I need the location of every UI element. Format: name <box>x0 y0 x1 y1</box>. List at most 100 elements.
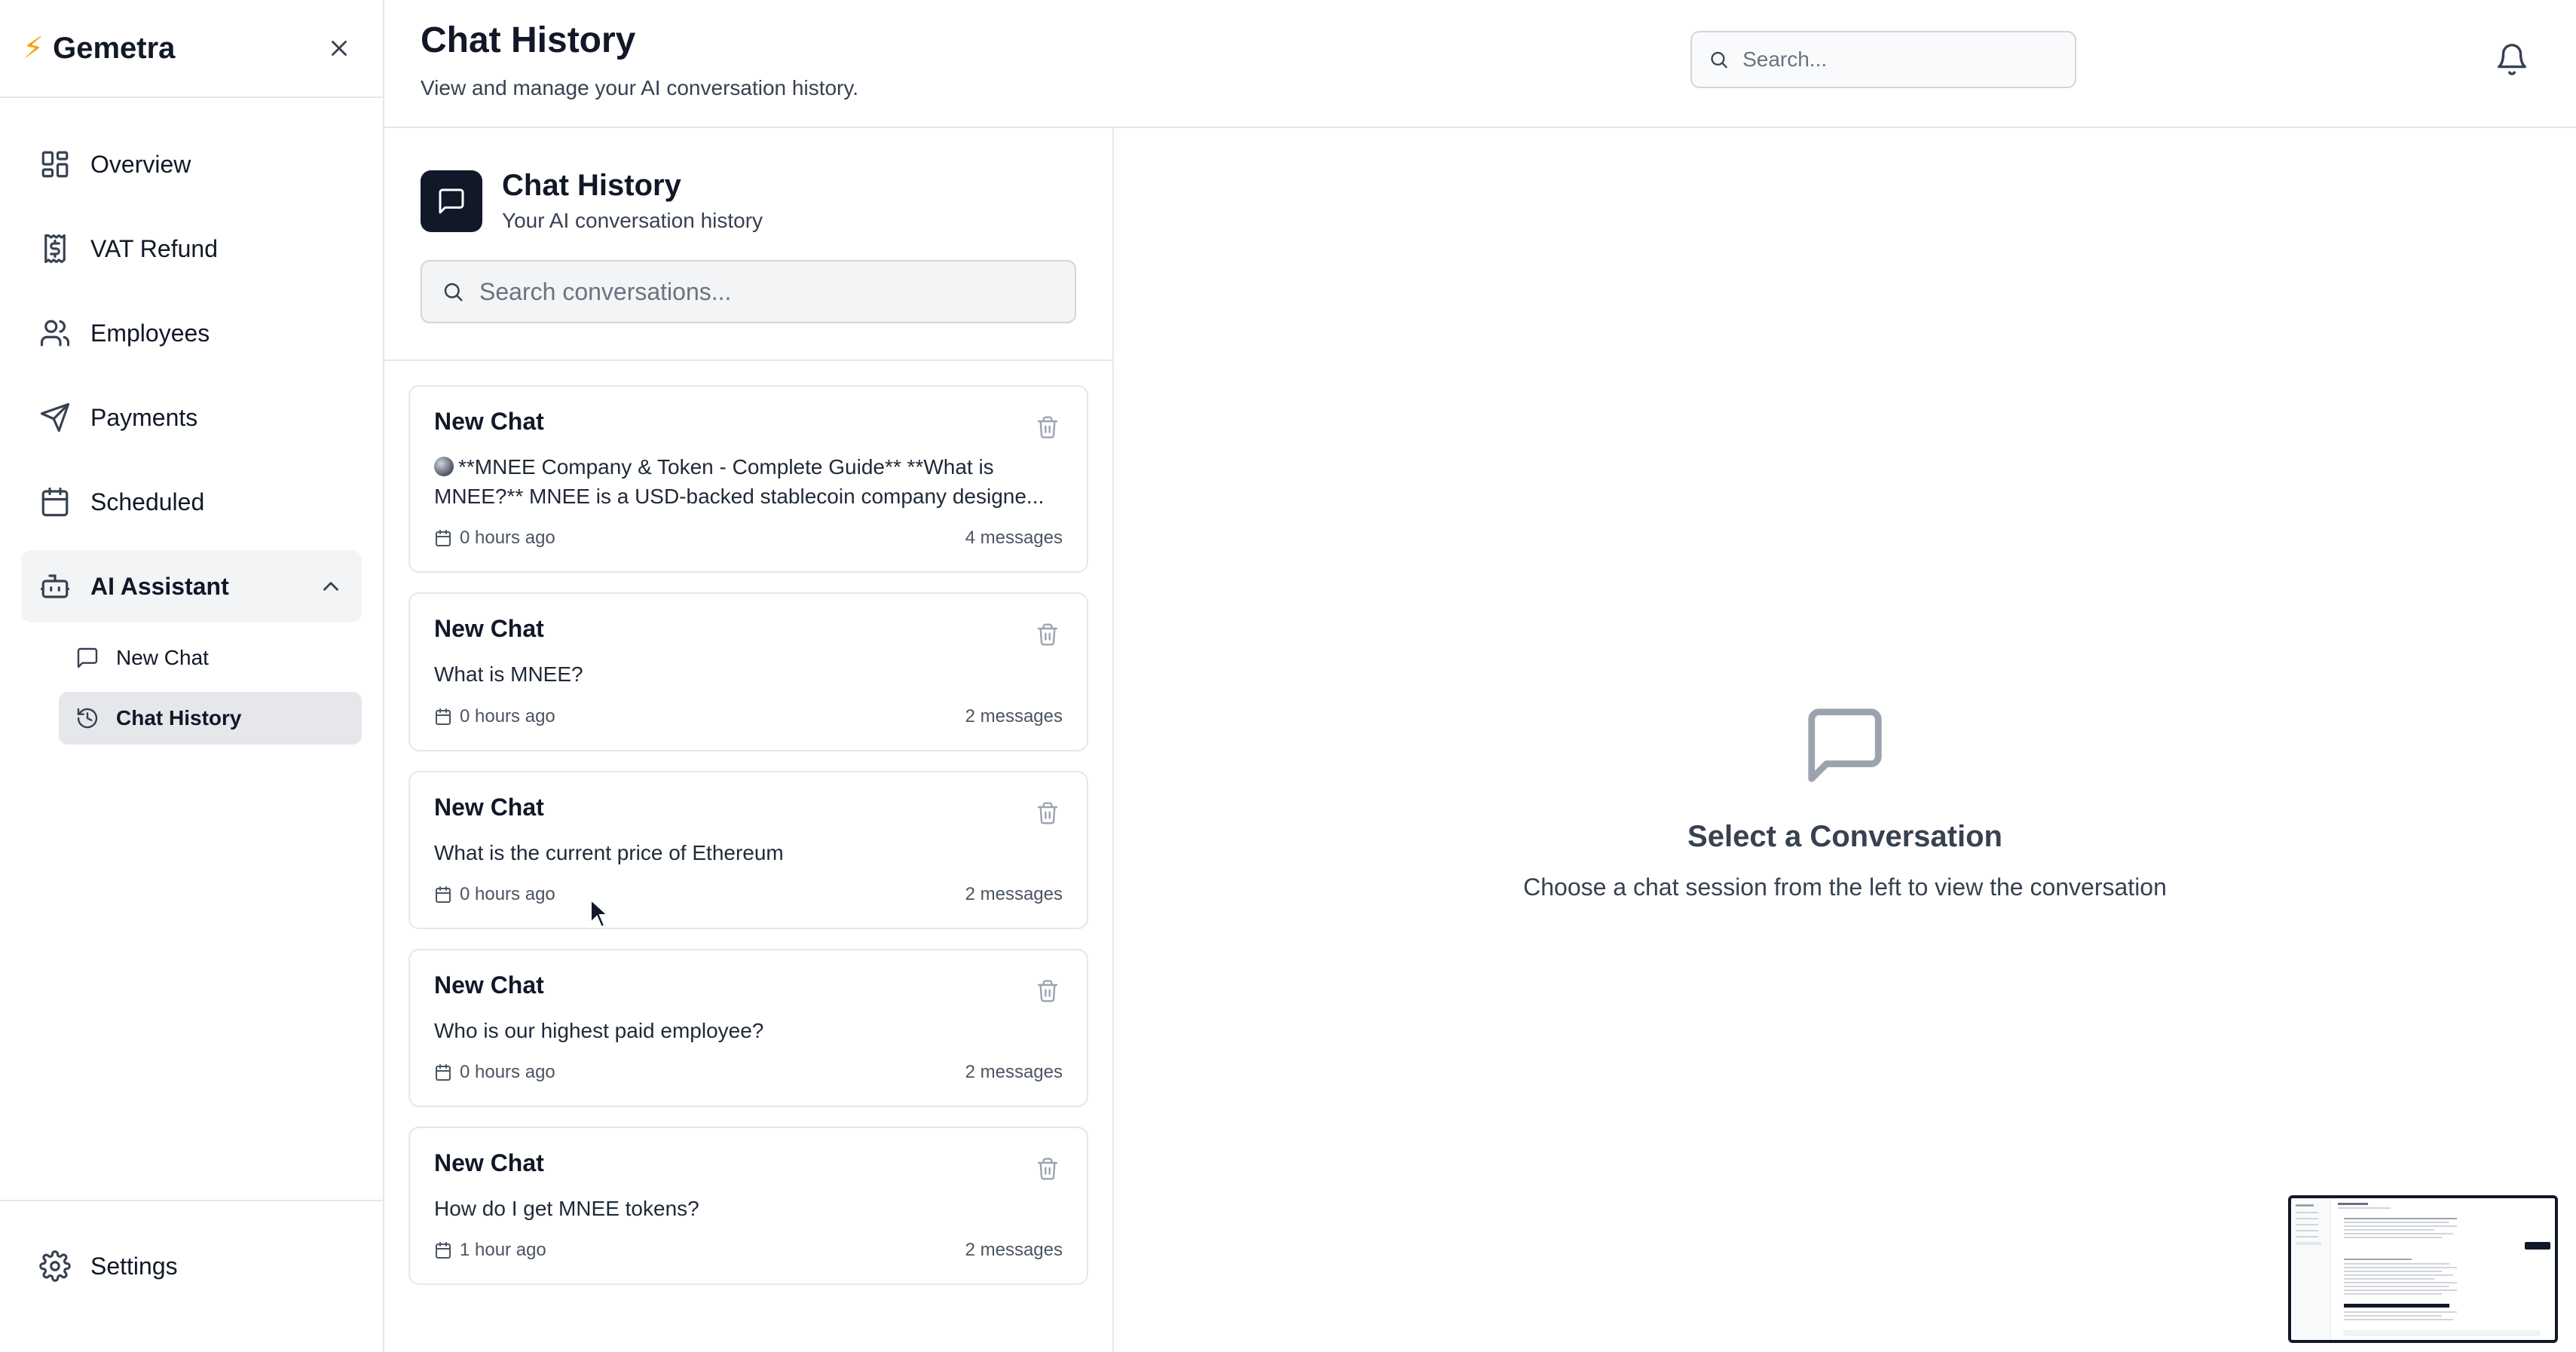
trash-icon[interactable] <box>1036 1157 1060 1181</box>
conversation-search[interactable] <box>421 260 1076 323</box>
trash-icon[interactable] <box>1036 415 1060 439</box>
sidebar-item-scheduled[interactable]: Scheduled <box>21 466 362 538</box>
chat-session-list: New Chat **MNEE Company & Token - Comple… <box>384 361 1112 1286</box>
sidebar-item-employees[interactable]: Employees <box>21 297 362 369</box>
chat-session-title: New Chat <box>434 408 544 435</box>
message-square-icon <box>1808 708 1882 782</box>
chat-session-count: 4 messages <box>965 528 1063 549</box>
bell-icon[interactable] <box>2495 42 2529 77</box>
chat-session-card[interactable]: New Chat **MNEE Company & Token - Comple… <box>408 385 1088 574</box>
bolt-icon: ⚡ <box>23 32 44 65</box>
chat-session-time: 0 hours ago <box>460 705 555 726</box>
page-title: Chat History <box>421 20 636 60</box>
sidebar-item-payments[interactable]: Payments <box>21 381 362 454</box>
message-square-icon <box>439 188 464 213</box>
brand-name: Gemetra <box>53 31 176 65</box>
sidebar-header: ⚡ Gemetra <box>0 0 383 98</box>
chat-session-time: 1 hour ago <box>460 1240 546 1261</box>
trash-icon[interactable] <box>1036 801 1060 825</box>
app-root: ⚡ Gemetra Overview VAT Refund Employees <box>0 0 2576 1352</box>
users-icon <box>40 320 70 347</box>
chat-session-count: 2 messages <box>965 705 1063 726</box>
calendar-icon <box>41 487 69 517</box>
chat-history-panel: Chat History Your AI conversation histor… <box>384 128 1114 1352</box>
chat-session-preview: What is the current price of Ethereum <box>434 840 784 864</box>
sidebar: ⚡ Gemetra Overview VAT Refund Employees <box>0 0 384 1352</box>
brand[interactable]: ⚡ Gemetra <box>23 32 318 66</box>
preview-image <box>2291 1198 2550 1340</box>
chat-session-title: New Chat <box>434 615 544 643</box>
gear-icon <box>39 1250 71 1282</box>
chat-session-count: 2 messages <box>965 1240 1063 1261</box>
sidebar-item-label: Payments <box>90 403 198 431</box>
chat-session-preview: Who is our highest paid employee? <box>434 1018 764 1042</box>
trash-icon[interactable] <box>1036 622 1060 647</box>
trash-icon[interactable] <box>1036 979 1060 1003</box>
sidebar-item-vat-refund[interactable]: VAT Refund <box>21 213 362 285</box>
receipt-dollar-icon <box>44 234 66 264</box>
chat-history-header: Chat History Your AI conversation histor… <box>384 128 1112 361</box>
chat-session-card[interactable]: New Chat How do I get MNEE tokens? 1 hou… <box>408 1126 1088 1286</box>
sidebar-item-label: Settings <box>90 1252 178 1280</box>
chat-history-subtitle: Your AI conversation history <box>502 209 763 232</box>
search-icon <box>444 283 463 301</box>
sidebar-item-label: VAT Refund <box>90 234 218 262</box>
sidebar-item-label: Employees <box>90 319 210 347</box>
global-search[interactable] <box>1690 31 2076 88</box>
chat-session-card[interactable]: New Chat What is MNEE? 0 hours ago 2 mes… <box>408 592 1088 751</box>
empty-state: Select a Conversation Choose a chat sess… <box>1114 701 2576 901</box>
close-sidebar-button[interactable] <box>318 27 360 69</box>
sidebar-footer: Settings <box>0 1200 383 1329</box>
chat-session-card[interactable]: New Chat What is the current price of Et… <box>408 770 1088 929</box>
sidebar-item-label: Overview <box>90 150 191 178</box>
mouse-cursor-icon <box>590 898 609 928</box>
chat-session-preview: What is MNEE? <box>434 662 583 687</box>
chat-session-time: 0 hours ago <box>460 528 555 549</box>
globe-icon <box>434 457 454 476</box>
page-subtitle: View and manage your AI conversation his… <box>421 76 859 99</box>
sidebar-nav: Overview VAT Refund Employees Payments S… <box>0 98 383 745</box>
chevron-up-icon <box>323 582 338 591</box>
chat-session-title: New Chat <box>434 793 544 821</box>
top-bar: Chat History View and manage your AI con… <box>384 0 2576 128</box>
chat-history-title: Chat History <box>502 169 681 202</box>
chat-session-time: 0 hours ago <box>460 883 555 904</box>
sidebar-subitem-new-chat[interactable]: New Chat <box>59 632 362 684</box>
conversation-viewer: Select a Conversation Choose a chat sess… <box>1114 128 2576 1352</box>
chat-session-card[interactable]: New Chat Who is our highest paid employe… <box>408 948 1088 1107</box>
global-search-input[interactable] <box>1742 47 2058 72</box>
chat-session-count: 2 messages <box>965 1061 1063 1082</box>
sidebar-subitem-label: Chat History <box>116 706 242 730</box>
calendar-icon <box>436 1063 451 1081</box>
calendar-icon <box>436 886 451 903</box>
calendar-icon <box>436 708 451 725</box>
sidebar-item-settings[interactable]: Settings <box>21 1230 362 1302</box>
chat-session-preview: **MNEE Company & Token - Complete Guide*… <box>434 455 1045 509</box>
bot-icon <box>40 574 70 598</box>
calendar-icon <box>436 1242 451 1259</box>
sidebar-item-ai-assistant[interactable]: AI Assistant <box>21 550 362 622</box>
close-icon <box>332 41 347 56</box>
sidebar-item-overview[interactable]: Overview <box>21 128 362 200</box>
chat-session-title: New Chat <box>434 971 544 999</box>
chat-session-preview: How do I get MNEE tokens? <box>434 1196 699 1220</box>
chat-session-time: 0 hours ago <box>460 1061 555 1082</box>
conversation-search-input[interactable] <box>479 277 1055 306</box>
search-icon <box>1711 51 1727 69</box>
history-icon <box>77 708 98 729</box>
screen-preview-thumbnail[interactable] <box>2288 1195 2558 1343</box>
sidebar-subitem-chat-history[interactable]: Chat History <box>59 692 362 745</box>
ai-assistant-subnav: New Chat Chat History <box>21 632 362 745</box>
grid-icon <box>41 151 69 178</box>
message-square-icon <box>77 647 98 668</box>
empty-state-subtitle: Choose a chat session from the left to v… <box>1523 873 2167 901</box>
send-icon <box>40 402 70 433</box>
empty-state-title: Select a Conversation <box>1687 820 2002 853</box>
sidebar-item-label: Scheduled <box>90 488 205 515</box>
chat-session-count: 2 messages <box>965 883 1063 904</box>
calendar-icon <box>436 530 451 547</box>
sidebar-subitem-label: New Chat <box>116 646 209 669</box>
chat-history-badge <box>421 170 482 232</box>
sidebar-item-label: AI Assistant <box>90 572 229 600</box>
chat-session-title: New Chat <box>434 1149 544 1176</box>
